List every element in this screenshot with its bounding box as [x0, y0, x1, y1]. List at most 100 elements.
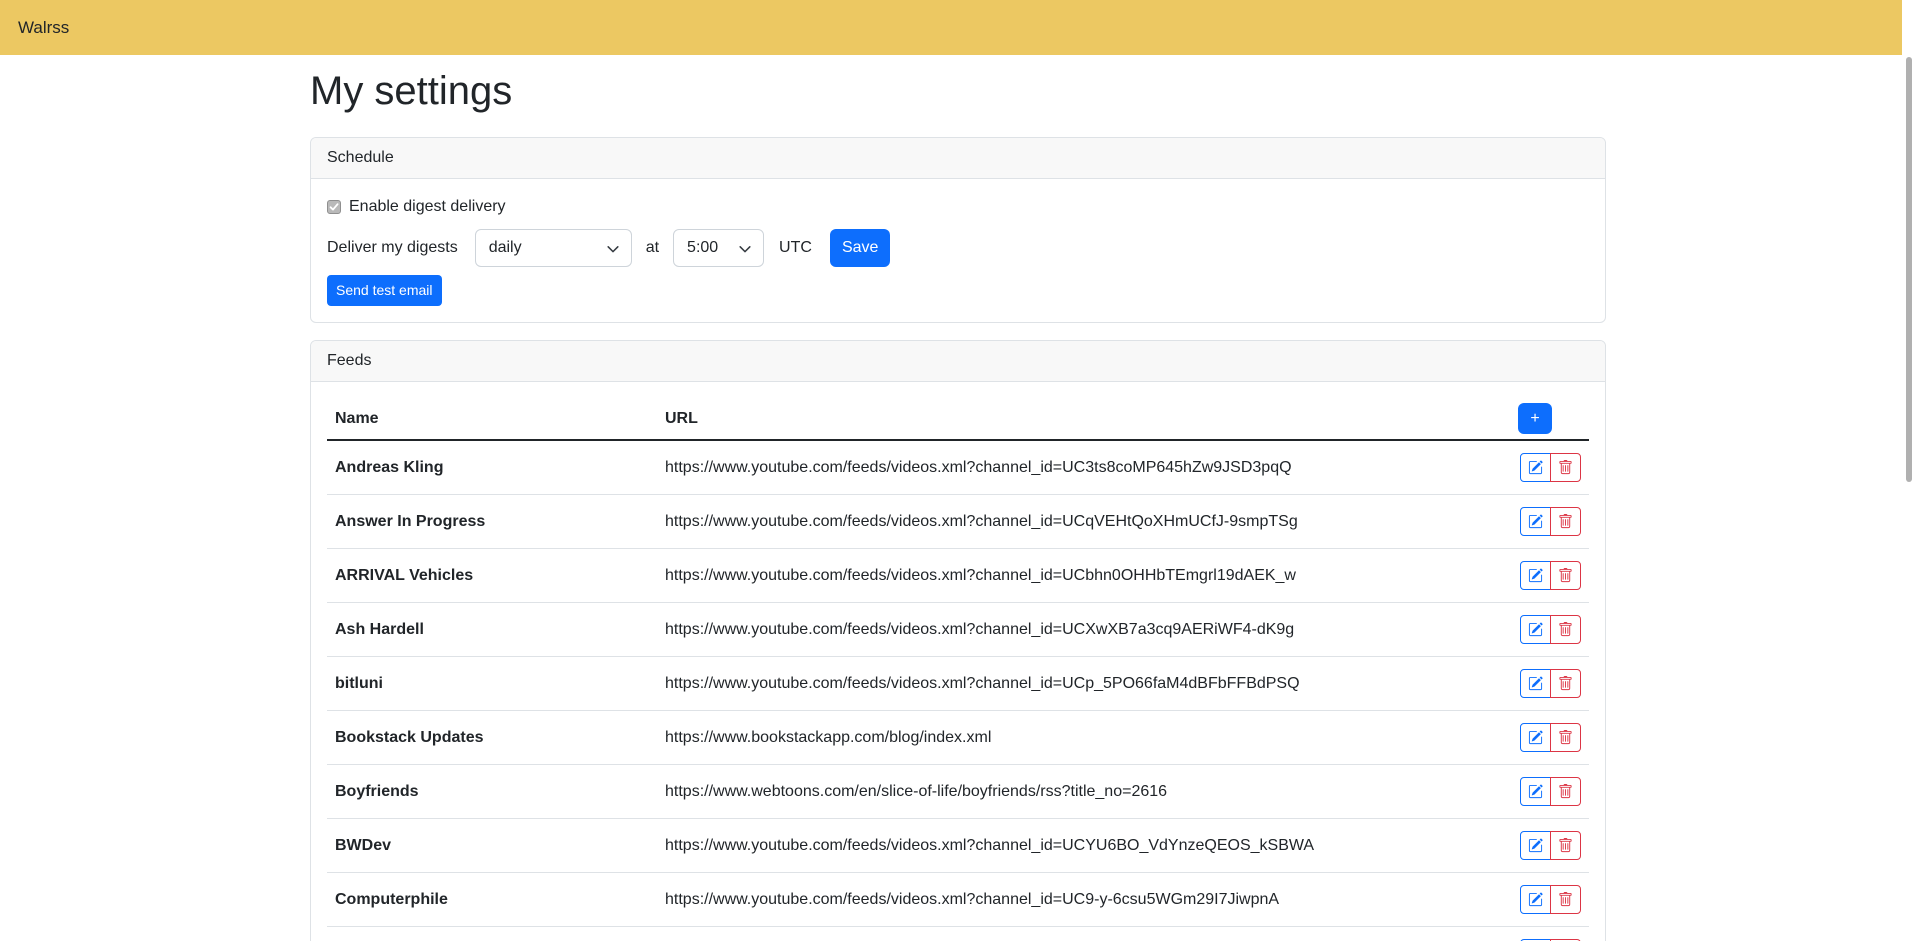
feed-actions-group: [1520, 507, 1581, 536]
send-test-email-button[interactable]: Send test email: [327, 275, 442, 306]
chevron-down-icon: [738, 242, 752, 256]
pencil-square-icon: [1528, 622, 1543, 637]
trash-icon: [1558, 460, 1573, 475]
feed-actions: [1489, 873, 1589, 927]
feeds-table: Name URL + Andreas Kling https://www.you…: [327, 398, 1589, 941]
feed-actions: [1489, 927, 1589, 941]
delete-feed-button[interactable]: [1550, 723, 1581, 752]
delivery-controls-row: Deliver my digests daily at 5:00 UTC Sav…: [327, 229, 1589, 267]
feed-name: Ash Hardell: [327, 603, 657, 657]
delete-feed-button[interactable]: [1550, 561, 1581, 590]
edit-feed-button[interactable]: [1520, 777, 1551, 806]
brand-link[interactable]: Walrss: [18, 18, 69, 38]
feed-actions: [1489, 657, 1589, 711]
feed-name: Boyfriends: [327, 765, 657, 819]
feed-url: https://www.bookstackapp.com/blog/index.…: [657, 711, 1489, 765]
edit-feed-button[interactable]: [1520, 885, 1551, 914]
feed-actions: [1489, 711, 1589, 765]
feed-actions: [1489, 440, 1589, 495]
table-row: Ash Hardell https://www.youtube.com/feed…: [327, 603, 1589, 657]
trash-icon: [1558, 730, 1573, 745]
window-scrollbar-thumb[interactable]: [1906, 57, 1912, 482]
pencil-square-icon: [1528, 730, 1543, 745]
delete-feed-button[interactable]: [1550, 507, 1581, 536]
feed-name: Answer In Progress: [327, 495, 657, 549]
pencil-square-icon: [1528, 676, 1543, 691]
pencil-square-icon: [1528, 838, 1543, 853]
deliver-label: Deliver my digests: [327, 239, 458, 257]
pencil-square-icon: [1528, 568, 1543, 583]
table-row: ARRIVAL Vehicles https://www.youtube.com…: [327, 549, 1589, 603]
feed-actions-group: [1520, 831, 1581, 860]
feed-url: https://www.youtube.com/feeds/videos.xml…: [657, 927, 1489, 941]
feed-actions-group: [1520, 885, 1581, 914]
pencil-square-icon: [1528, 460, 1543, 475]
table-row: Bookstack Updates https://www.bookstacka…: [327, 711, 1589, 765]
edit-feed-button[interactable]: [1520, 831, 1551, 860]
feeds-card: Feeds Name URL + Andreas Kling https://w…: [310, 340, 1606, 941]
feed-actions-group: [1520, 669, 1581, 698]
feed-name: bitluni: [327, 657, 657, 711]
table-row: Answer In Progress https://www.youtube.c…: [327, 495, 1589, 549]
feed-actions: [1489, 603, 1589, 657]
add-feed-button[interactable]: +: [1518, 403, 1552, 434]
feed-name: Andreas Kling: [327, 440, 657, 495]
column-header-url: URL: [657, 398, 1489, 440]
frequency-select-value: daily: [489, 239, 522, 257]
delete-feed-button[interactable]: [1550, 885, 1581, 914]
trash-icon: [1558, 622, 1573, 637]
delete-feed-button[interactable]: [1550, 831, 1581, 860]
edit-feed-button[interactable]: [1520, 723, 1551, 752]
trash-icon: [1558, 676, 1573, 691]
main-content: My settings Schedule Enable digest deliv…: [310, 55, 1606, 941]
schedule-card: Schedule Enable digest delivery Deliver …: [310, 137, 1606, 323]
trash-icon: [1558, 892, 1573, 907]
feed-name: ARRIVAL Vehicles: [327, 549, 657, 603]
feed-actions-group: [1520, 723, 1581, 752]
save-button[interactable]: Save: [830, 229, 890, 267]
feed-name: BWDev: [327, 819, 657, 873]
enable-digest-label: Enable digest delivery: [349, 198, 506, 216]
frequency-select[interactable]: daily: [475, 229, 632, 267]
trash-icon: [1558, 784, 1573, 799]
feed-actions: [1489, 495, 1589, 549]
schedule-card-body: Enable digest delivery Deliver my digest…: [311, 179, 1605, 322]
feed-url: https://www.youtube.com/feeds/videos.xml…: [657, 873, 1489, 927]
window-scrollbar-track[interactable]: [1902, 0, 1916, 941]
delete-feed-button[interactable]: [1550, 777, 1581, 806]
delete-feed-button[interactable]: [1550, 615, 1581, 644]
feed-url: https://www.youtube.com/feeds/videos.xml…: [657, 819, 1489, 873]
table-row: Computerphile https://www.youtube.com/fe…: [327, 873, 1589, 927]
feed-actions-group: [1520, 777, 1581, 806]
feed-url: https://www.youtube.com/feeds/videos.xml…: [657, 603, 1489, 657]
edit-feed-button[interactable]: [1520, 507, 1551, 536]
trash-icon: [1558, 838, 1573, 853]
feed-actions-group: [1520, 453, 1581, 482]
pencil-square-icon: [1528, 514, 1543, 529]
schedule-card-header: Schedule: [311, 138, 1605, 179]
delete-feed-button[interactable]: [1550, 453, 1581, 482]
feed-name: Fireship: [327, 927, 657, 941]
table-row: Boyfriends https://www.webtoons.com/en/s…: [327, 765, 1589, 819]
edit-feed-button[interactable]: [1520, 669, 1551, 698]
app-navbar: Walrss: [0, 0, 1916, 55]
chevron-down-icon: [606, 242, 620, 256]
feed-actions: [1489, 765, 1589, 819]
edit-feed-button[interactable]: [1520, 453, 1551, 482]
table-row: BWDev https://www.youtube.com/feeds/vide…: [327, 819, 1589, 873]
feed-name: Computerphile: [327, 873, 657, 927]
feed-actions: [1489, 819, 1589, 873]
delete-feed-button[interactable]: [1550, 669, 1581, 698]
time-select[interactable]: 5:00: [673, 229, 764, 267]
checkmark-icon: [329, 202, 339, 212]
column-header-name: Name: [327, 398, 657, 440]
trash-icon: [1558, 514, 1573, 529]
enable-digest-checkbox[interactable]: [327, 200, 341, 214]
pencil-square-icon: [1528, 892, 1543, 907]
edit-feed-button[interactable]: [1520, 615, 1551, 644]
feed-url: https://www.youtube.com/feeds/videos.xml…: [657, 549, 1489, 603]
edit-feed-button[interactable]: [1520, 561, 1551, 590]
table-row: bitluni https://www.youtube.com/feeds/vi…: [327, 657, 1589, 711]
time-select-value: 5:00: [687, 239, 718, 257]
feed-actions: [1489, 549, 1589, 603]
